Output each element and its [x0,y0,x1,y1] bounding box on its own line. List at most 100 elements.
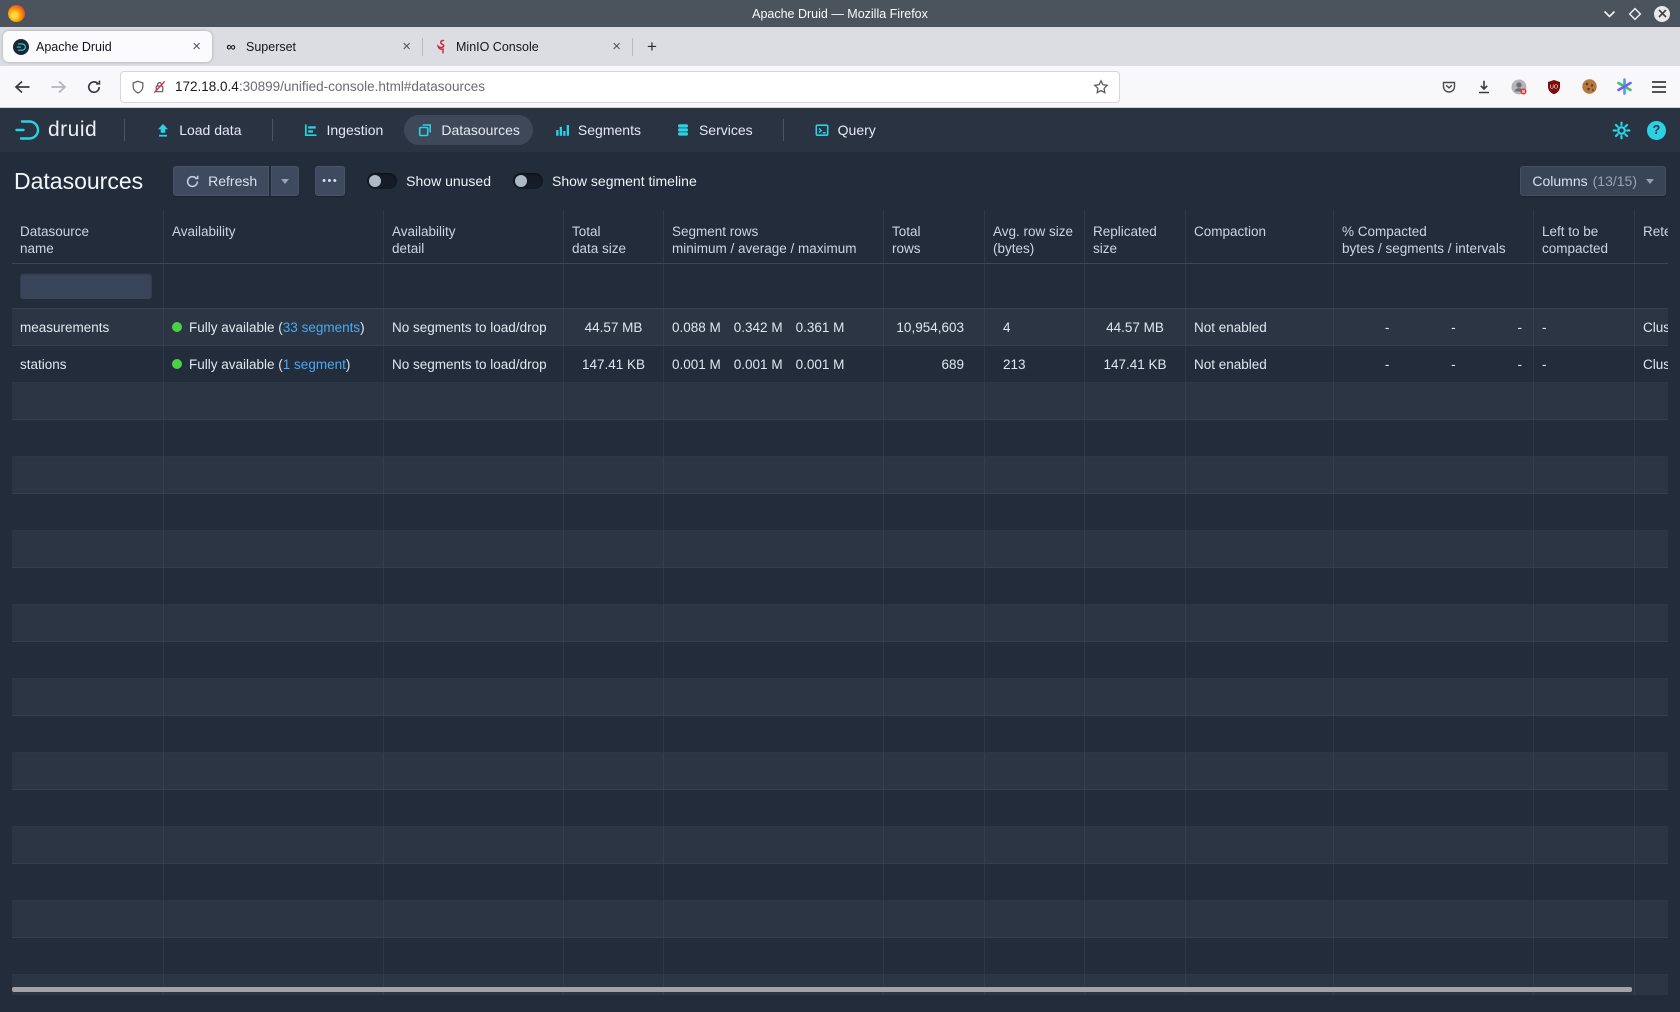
cell-replicated_size [1085,938,1186,974]
help-icon[interactable]: ? [1647,121,1666,140]
segment-rows-value: 0.361 M [796,320,845,335]
tab-superset[interactable]: ∞ Superset × [213,31,422,62]
cell-availability_detail [384,864,564,900]
cell-total_data_size: 44.57 MB [564,309,664,345]
cell-avg_row_size [985,642,1085,678]
cell-left_to_be_compacted [1534,790,1635,826]
tab-minio-console[interactable]: MinIO Console × [423,31,632,62]
show-timeline-toggle-group: Show segment timeline [513,173,697,189]
cell-availability_detail [384,383,564,419]
table-row-stations[interactable]: stationsFully available (1 segment)No se… [12,346,1668,383]
table-empty-row [12,975,1668,995]
cell-segment_rows [664,975,884,995]
cell-pct_compacted [1334,420,1534,456]
column-header-name[interactable]: Datasourcename [12,210,164,263]
table-empty-row [12,383,1668,420]
refresh-button[interactable]: Refresh [173,166,269,196]
svg-text:UO: UO [1550,84,1559,90]
cell-availability_detail [384,716,564,752]
cell-compaction [1186,975,1334,995]
column-header-pct_compacted[interactable]: % Compactedbytes / segments / intervals [1334,210,1534,263]
cell-retention [1635,568,1668,604]
column-header-replicated_size[interactable]: Replicatedsize [1085,210,1186,263]
column-header-retention[interactable]: Rete [1635,210,1668,263]
cell-retention [1635,901,1668,937]
insecure-lock-icon[interactable] [152,79,167,95]
extension-account-icon[interactable] [1510,78,1528,96]
show-unused-toggle[interactable] [367,173,397,189]
cell-left_to_be_compacted [1534,938,1635,974]
filter-cell-replicated_size [1085,264,1186,308]
horizontal-scrollbar[interactable] [12,987,1632,992]
nav-query[interactable]: Query [801,115,889,145]
cell-pct_compacted: --- [1334,346,1534,382]
cell-total_rows [884,642,985,678]
forward-button[interactable] [44,73,72,101]
cell-segment_rows [664,531,884,567]
cookie-icon[interactable] [1580,78,1598,96]
tab-close-icon[interactable]: × [609,38,624,55]
segments-count-link[interactable]: 1 segment [283,357,346,372]
refresh-dropdown-button[interactable] [271,166,299,196]
column-header-total_data_size[interactable]: Totaldata size [564,210,664,263]
nav-segments[interactable]: Segments [541,115,654,145]
column-header-availability_detail[interactable]: Availabilitydetail [384,210,564,263]
new-tab-button[interactable]: + [637,35,667,59]
window-close-button[interactable] [1654,6,1670,22]
cell-avg_row_size: 4 [985,309,1085,345]
compacted-value: - [1400,357,1466,372]
nav-datasources[interactable]: Datasources [404,115,533,145]
column-header-left_to_be_compacted[interactable]: Left to becompacted [1534,210,1635,263]
tab-close-icon[interactable]: × [189,38,204,55]
column-header-compaction[interactable]: Compaction [1186,210,1334,263]
cell-name [12,753,164,789]
url-text: 172.18.0.4:30899/unified-console.html#da… [175,79,1093,94]
segments-count-link[interactable]: 33 segments [283,320,360,335]
window-maximize-button[interactable] [1628,7,1642,21]
tracking-shield-icon[interactable] [131,79,145,95]
settings-gear-icon[interactable] [1612,121,1631,140]
window-minimize-button[interactable] [1603,10,1616,18]
druid-logo-icon [14,118,42,142]
column-header-total_rows[interactable]: Totalrows [884,210,985,263]
page-title: Datasources [14,168,143,195]
tab-apache-druid[interactable]: Apache Druid × [3,31,212,62]
tab-close-icon[interactable]: × [399,38,414,55]
cell-total_rows [884,605,985,641]
availability-text: Fully available ( [189,320,283,335]
table-row-measurements[interactable]: measurementsFully available (33 segments… [12,309,1668,346]
datasource-name-filter-input[interactable] [20,273,152,299]
menu-hamburger-icon[interactable] [1650,78,1668,96]
column-header-avg_row_size[interactable]: Avg. row size(bytes) [985,210,1085,263]
asterisk-extension-icon[interactable] [1615,78,1633,96]
browser-toolbar: 172.18.0.4:30899/unified-console.html#da… [0,66,1680,108]
cell-availability [164,457,384,493]
reload-button[interactable] [80,73,108,101]
nav-ingestion[interactable]: Ingestion [290,115,397,145]
columns-button[interactable]: Columns (13/15) [1520,166,1666,196]
cell-availability_detail [384,975,564,995]
ublock-icon[interactable]: UO [1545,78,1563,96]
url-bar[interactable]: 172.18.0.4:30899/unified-console.html#da… [120,71,1120,103]
cell-retention [1635,494,1668,530]
bookmark-star-icon[interactable] [1093,79,1109,95]
more-actions-button[interactable]: ••• [315,166,345,196]
cell-retention [1635,975,1668,995]
cell-segment_rows [664,864,884,900]
toggle-knob [369,175,381,187]
column-header-availability[interactable]: Availability [164,210,384,263]
cell-availability [164,827,384,863]
show-timeline-toggle[interactable] [513,173,543,189]
cell-total_data_size [564,383,664,419]
back-button[interactable] [8,73,36,101]
nav-services[interactable]: Services [662,115,766,145]
nav-load-data[interactable]: Load data [142,115,254,145]
downloads-icon[interactable] [1475,78,1493,96]
cell-replicated_size [1085,457,1186,493]
pocket-icon[interactable] [1440,78,1458,96]
druid-logo[interactable]: druid [14,118,97,142]
cell-replicated_size [1085,753,1186,789]
table-filter-row [12,264,1668,309]
cell-avg_row_size: 213 [985,346,1085,382]
column-header-segment_rows[interactable]: Segment rowsminimum / average / maximum [664,210,884,263]
